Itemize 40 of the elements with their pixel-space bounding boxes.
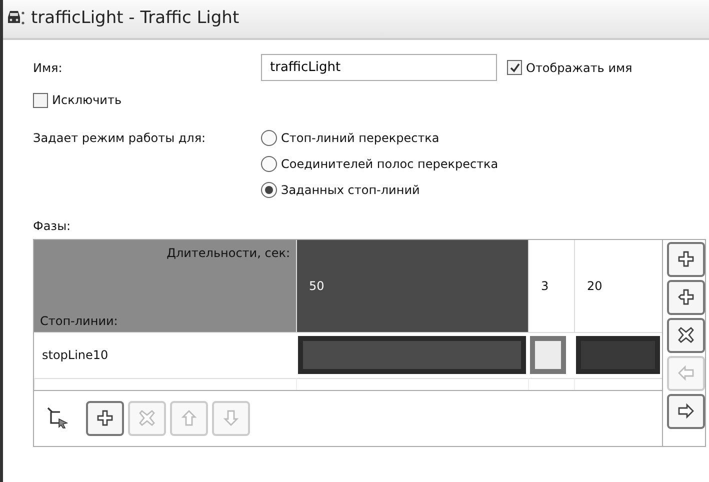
color-swatch[interactable] bbox=[298, 336, 526, 374]
duration-cell[interactable]: 50 bbox=[296, 240, 528, 332]
cross-icon bbox=[138, 409, 156, 427]
right-arrow-icon bbox=[677, 402, 695, 420]
insert-button[interactable] bbox=[667, 280, 705, 314]
field-label: Задает режим работы для: bbox=[33, 130, 207, 146]
field-label: Имя: bbox=[33, 60, 64, 76]
empty-cell bbox=[528, 378, 574, 390]
up-arrow-icon bbox=[180, 409, 198, 427]
checkbox[interactable] bbox=[507, 60, 522, 75]
plus-icon bbox=[677, 250, 695, 268]
radio-label[interactable]: Стоп-линий перекрестка bbox=[281, 128, 440, 146]
delete-button[interactable] bbox=[667, 318, 705, 352]
shape-tool-icon[interactable] bbox=[46, 406, 70, 430]
cross-icon bbox=[677, 326, 695, 344]
row-header: Стоп-линии: bbox=[40, 312, 119, 330]
down-arrow-icon bbox=[222, 409, 240, 427]
radio-button[interactable] bbox=[261, 156, 277, 172]
color-swatch[interactable] bbox=[530, 336, 566, 374]
column-header: Длительности, сек: bbox=[166, 244, 290, 262]
radio-button[interactable] bbox=[261, 182, 277, 198]
radio-label[interactable]: Заданных стоп-линий bbox=[281, 180, 420, 198]
panel-title: trafficLight - Traffic Light bbox=[31, 7, 240, 30]
plus-icon bbox=[677, 288, 695, 306]
checkbox-label[interactable]: Исключить bbox=[52, 91, 122, 109]
duration-cell[interactable]: 3 bbox=[528, 240, 574, 332]
checkbox[interactable] bbox=[33, 92, 48, 108]
plus-icon bbox=[96, 409, 114, 427]
section-label: Фазы: bbox=[33, 218, 72, 234]
left-arrow-icon bbox=[677, 364, 695, 382]
move-right-button[interactable] bbox=[667, 394, 705, 428]
duration-cell[interactable]: 20 bbox=[574, 240, 662, 332]
add-button[interactable] bbox=[86, 400, 124, 436]
radio-button[interactable] bbox=[261, 130, 277, 146]
add-button[interactable] bbox=[667, 242, 705, 276]
name-field[interactable]: trafficLight bbox=[261, 54, 497, 81]
radio-label[interactable]: Соединителей полос перекрестка bbox=[281, 154, 498, 172]
color-swatch[interactable] bbox=[576, 336, 660, 374]
stop-line-cell[interactable]: stopLine10 bbox=[34, 332, 296, 378]
checkbox-label[interactable]: Отображать имя bbox=[526, 58, 632, 76]
